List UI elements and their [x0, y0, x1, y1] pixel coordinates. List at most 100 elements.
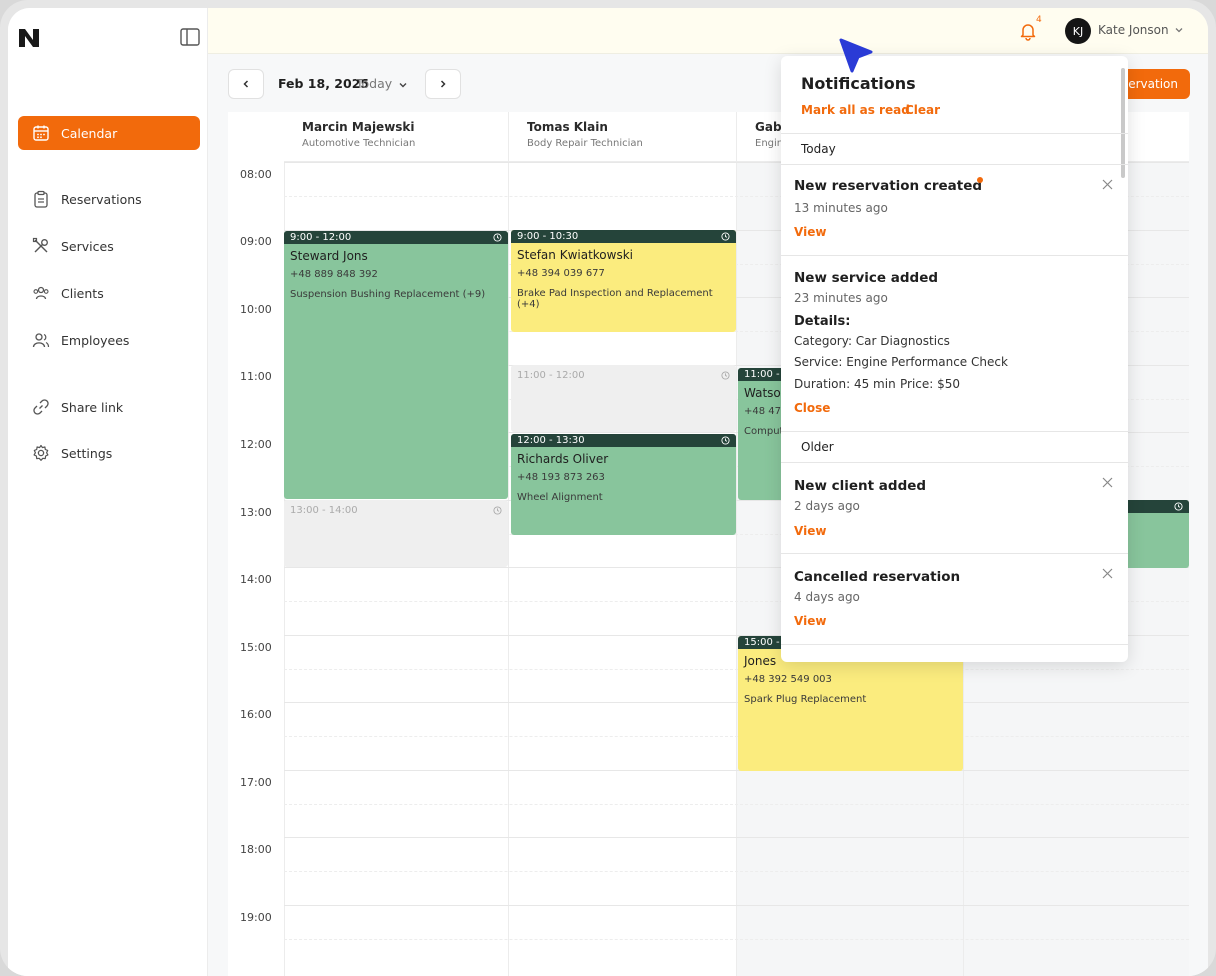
hour-label: 17:00: [240, 776, 272, 789]
user-group-icon: [32, 331, 50, 349]
hour-line: [284, 770, 1189, 771]
sidebar-item-settings[interactable]: Settings: [18, 436, 200, 470]
new-reservation-label: servation: [1121, 77, 1178, 91]
half-hour-line: [284, 736, 1189, 737]
hour-label: 14:00: [240, 573, 272, 586]
chevron-down-icon[interactable]: [398, 80, 408, 90]
half-hour-line: [284, 669, 1189, 670]
event-time: 9:00 - 12:00: [290, 232, 352, 243]
close-icon[interactable]: [1102, 568, 1113, 579]
sidebar-toggle-icon[interactable]: [180, 28, 200, 46]
sidebar-item-label: Calendar: [61, 125, 118, 141]
notification-time: 4 days ago: [794, 590, 860, 604]
client-name: Richards Oliver: [517, 452, 609, 466]
hour-label: 13:00: [240, 506, 272, 519]
chevron-down-icon[interactable]: [1174, 25, 1184, 35]
view-link[interactable]: View: [794, 614, 826, 628]
client-name: Steward Jons: [290, 249, 368, 263]
view-link[interactable]: View: [794, 225, 826, 239]
event-time: 9:00 - 10:30: [517, 231, 579, 242]
reservation-event[interactable]: 12:00 - 13:30 Richards Oliver +48 193 87…: [511, 434, 736, 535]
notification-count-badge: 4: [1036, 15, 1042, 25]
detail-service: Service: Engine Performance Check: [794, 355, 1008, 369]
view-link[interactable]: View: [794, 524, 826, 538]
employee-header: Marcin Majewski Automotive Technician: [284, 112, 508, 162]
client-phone: +48 394 039 677: [517, 268, 605, 279]
reservation-event[interactable]: 9:00 - 10:30 Stefan Kwiatkowski +48 394 …: [511, 230, 736, 332]
divider: [781, 553, 1128, 554]
notification-title: New reservation created: [794, 178, 983, 194]
link-icon: [32, 398, 50, 416]
notification-time: 2 days ago: [794, 499, 860, 513]
sidebar-item-calendar[interactable]: Calendar: [18, 116, 200, 150]
notification-time: 13 minutes ago: [794, 201, 888, 215]
clock-icon: [493, 506, 502, 515]
sidebar-item-employees[interactable]: Employees: [18, 323, 200, 357]
details-label: Details:: [794, 314, 851, 329]
divider: [781, 462, 1128, 463]
sidebar-item-label: Clients: [61, 285, 104, 301]
clock-icon: [721, 232, 730, 241]
prev-date-button[interactable]: [228, 69, 264, 99]
service-name: Suspension Bushing Replacement (+9): [290, 289, 486, 300]
client-phone: +48 889 848 392: [290, 269, 378, 280]
today-selector[interactable]: Today: [356, 76, 392, 91]
employee-role: Body Repair Technician: [527, 138, 643, 149]
blocked-time: 11:00 - 12:00: [517, 370, 585, 381]
mark-all-read-button[interactable]: Mark all as read: [801, 103, 910, 117]
chevron-right-icon: [440, 80, 446, 88]
sidebar-item-label: Reservations: [61, 191, 142, 207]
users-icon: [32, 284, 50, 302]
reservation-event[interactable]: [1124, 500, 1189, 568]
app-logo-icon[interactable]: [18, 28, 40, 48]
hour-label: 16:00: [240, 708, 272, 721]
user-name[interactable]: Kate Jonson: [1098, 23, 1169, 37]
divider: [781, 644, 1128, 645]
notification-title: New service added: [794, 270, 939, 286]
calendar-icon: [32, 124, 50, 142]
clear-notifications-button[interactable]: Clear: [905, 103, 940, 117]
employee-name: Tomas Klain: [527, 120, 608, 134]
group-label-older: Older: [801, 440, 834, 454]
avatar[interactable]: KJ: [1065, 18, 1091, 44]
hour-label: 19:00: [240, 911, 272, 924]
notifications-panel: Notifications Mark all as read Clear Tod…: [781, 56, 1128, 662]
chevron-left-icon: [243, 80, 249, 88]
close-icon[interactable]: [1102, 477, 1113, 488]
sidebar-item-services[interactable]: Services: [18, 229, 200, 263]
sidebar-item-clients[interactable]: Clients: [18, 276, 200, 310]
sidebar-item-share-link[interactable]: Share link: [18, 390, 200, 424]
close-icon[interactable]: [1102, 179, 1113, 190]
close-link[interactable]: Close: [794, 401, 830, 415]
gear-icon: [32, 444, 50, 462]
scrollbar[interactable]: [1121, 68, 1125, 178]
hour-label: 12:00: [240, 438, 272, 451]
divider: [781, 431, 1128, 432]
next-date-button[interactable]: [425, 69, 461, 99]
reservation-event[interactable]: 9:00 - 12:00 Steward Jons +48 889 848 39…: [284, 231, 508, 499]
client-name: Stefan Kwiatkowski: [517, 248, 633, 262]
sidebar-item-reservations[interactable]: Reservations: [18, 182, 200, 216]
blocked-slot[interactable]: 11:00 - 12:00: [511, 365, 736, 432]
client-phone: +48 392 549 003: [744, 674, 832, 685]
hour-label: 08:00: [240, 168, 272, 181]
detail-price: Price: $50: [900, 377, 961, 391]
blocked-time: 13:00 - 14:00: [290, 505, 358, 516]
bell-icon[interactable]: [1018, 21, 1038, 41]
hour-line: [284, 702, 1189, 703]
clock-icon: [721, 371, 730, 380]
divider: [781, 255, 1128, 256]
employee-header: Tomas Klain Body Repair Technician: [508, 112, 736, 162]
half-hour-line: [284, 871, 1189, 872]
half-hour-line: [284, 804, 1189, 805]
client-phone: +48 193 873 263: [517, 472, 605, 483]
detail-category: Category: Car Diagnostics: [794, 334, 950, 348]
employee-role: Automotive Technician: [302, 138, 416, 149]
notification-time: 23 minutes ago: [794, 291, 888, 305]
hour-label: 11:00: [240, 370, 272, 383]
half-hour-line: [284, 939, 1189, 940]
sidebar-item-label: Services: [61, 238, 114, 254]
blocked-slot[interactable]: 13:00 - 14:00: [284, 500, 508, 567]
unread-dot: [977, 177, 983, 183]
clock-icon: [721, 436, 730, 445]
